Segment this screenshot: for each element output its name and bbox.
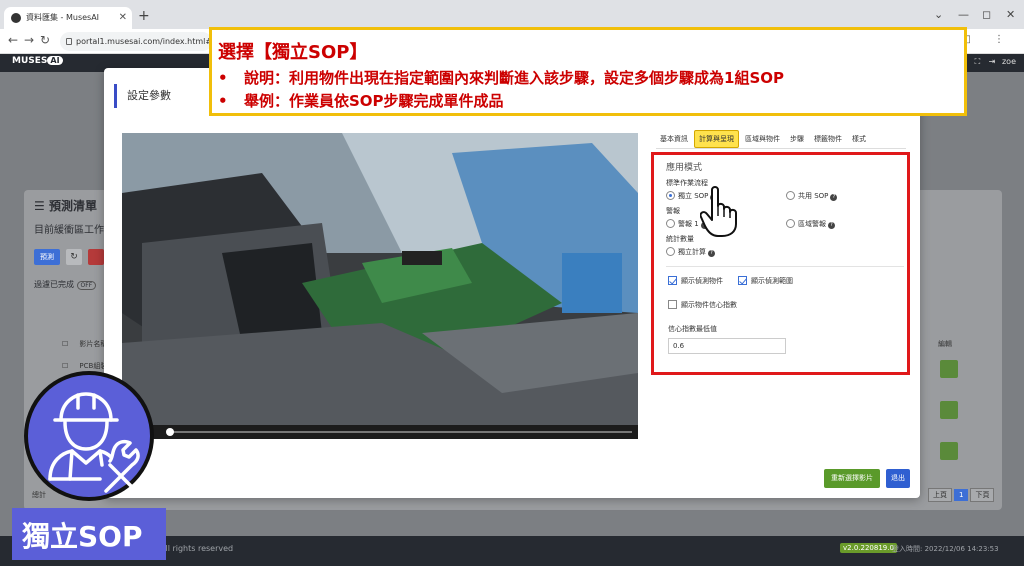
buffer-subtitle: 目前緩衝區工作 xyxy=(34,225,104,236)
callout-line-1: • 說明：利用物件出現在指定範圍內來判斷進入該步驟，設定多個步驟成為1組SOP xyxy=(218,69,784,87)
video-frame xyxy=(122,133,638,425)
user-name: zoe xyxy=(1001,57,1016,66)
tab-region-objects[interactable]: 區域與物件 xyxy=(741,131,784,147)
edit-button[interactable] xyxy=(940,401,958,419)
video-progress-track[interactable] xyxy=(170,431,632,433)
callout-line-2: • 舉例：作業員依SOP步驟完成單件成品 xyxy=(218,92,504,110)
copyright-text: All rights reserved xyxy=(160,544,234,553)
col-video-name: ☐ 影片名稱 xyxy=(62,340,108,348)
edit-button[interactable] xyxy=(940,442,958,460)
back-icon[interactable]: ← xyxy=(8,33,18,47)
logout-icon[interactable]: ⇥ xyxy=(989,57,996,66)
tab-compute-display[interactable]: 計算與呈現 xyxy=(694,130,739,148)
url-text: portal1.musesai.com/index.html#app xyxy=(76,37,212,46)
edit-button[interactable] xyxy=(940,360,958,378)
tab-title: 資料匯集 - MusesAI xyxy=(26,13,100,22)
modal-title: 設定參數 xyxy=(114,84,171,108)
tab-list-icon[interactable]: ⌄ xyxy=(934,8,943,21)
url-field[interactable]: portal1.musesai.com/index.html#app xyxy=(60,32,212,51)
delete-button[interactable] xyxy=(88,249,104,265)
col-edit: 編輯 xyxy=(938,340,952,348)
tab-style[interactable]: 樣式 xyxy=(848,131,870,147)
filter-completed[interactable]: 過濾已完成 OFF xyxy=(34,279,97,290)
video-controls xyxy=(122,425,638,439)
highlight-box xyxy=(651,152,910,375)
badge-text: 獨立SOP xyxy=(22,520,143,553)
logo-text: MUSES xyxy=(12,56,48,66)
musesai-logo: MUSES AI xyxy=(12,56,63,66)
maximize-icon[interactable]: ◻ xyxy=(982,8,991,21)
browser-tab-bar: 資料匯集 - MusesAI ✕ + ⌄ — ◻ ✕ xyxy=(0,0,1024,29)
close-tab-icon[interactable]: ✕ xyxy=(119,7,127,29)
version-badge: v2.0.220819.0 xyxy=(840,543,897,553)
refresh-icon[interactable]: ↻ xyxy=(66,249,82,265)
tab-basic-info[interactable]: 基本資訊 xyxy=(656,131,692,147)
video-progress-knob[interactable] xyxy=(166,428,174,436)
tab-steps[interactable]: 步驟 xyxy=(786,131,808,147)
browser-menu-icons[interactable]: ◧ ⋮ xyxy=(961,34,1014,45)
fullscreen-icon[interactable]: ⛶ xyxy=(975,57,981,66)
favicon-icon xyxy=(11,13,21,23)
predict-button[interactable]: 預測 xyxy=(34,249,60,265)
next-page[interactable]: 下頁 xyxy=(970,488,995,502)
login-time: 登入時間: 2022/12/06 14:23:53 xyxy=(892,545,999,553)
video-player[interactable] xyxy=(122,133,638,439)
tab-label-objects[interactable]: 標籤物件 xyxy=(810,131,846,147)
page-1[interactable]: 1 xyxy=(954,489,969,501)
callout-title: 選擇【獨立SOP】 xyxy=(218,42,368,63)
logo-ai: AI xyxy=(47,56,63,65)
minimize-icon[interactable]: — xyxy=(958,8,969,21)
prev-page[interactable]: 上頁 xyxy=(928,488,952,502)
tab-divider xyxy=(656,148,906,149)
lock-icon xyxy=(66,38,72,45)
reload-icon[interactable]: ↻ xyxy=(40,33,50,47)
user-area[interactable]: ⛶ ⇥ zoe xyxy=(975,57,1016,67)
worker-tool-icon xyxy=(24,371,154,501)
browser-tab[interactable]: 資料匯集 - MusesAI ✕ xyxy=(4,7,132,29)
pagination[interactable]: 上頁 1 下頁 xyxy=(928,488,996,502)
prediction-list-title: ☰ 預測清單 xyxy=(34,199,97,213)
hand-pointer-icon xyxy=(700,186,737,237)
forward-icon[interactable]: → xyxy=(24,33,34,47)
close-window-icon[interactable]: ✕ xyxy=(1006,8,1015,21)
reselect-video-button[interactable]: 重新選擇影片 xyxy=(824,469,880,488)
exit-button[interactable]: 退出 xyxy=(886,469,910,488)
explanation-callout: 選擇【獨立SOP】 • 說明：利用物件出現在指定範圍內來判斷進入該步驟，設定多個步… xyxy=(209,27,967,116)
new-tab-button[interactable]: + xyxy=(138,8,150,24)
worker-wrench-icon xyxy=(48,392,140,493)
settings-tabs: 基本資訊 計算與呈現 區域與物件 步驟 標籤物件 樣式 xyxy=(656,130,872,148)
mode-badge: 獨立SOP xyxy=(12,508,166,560)
